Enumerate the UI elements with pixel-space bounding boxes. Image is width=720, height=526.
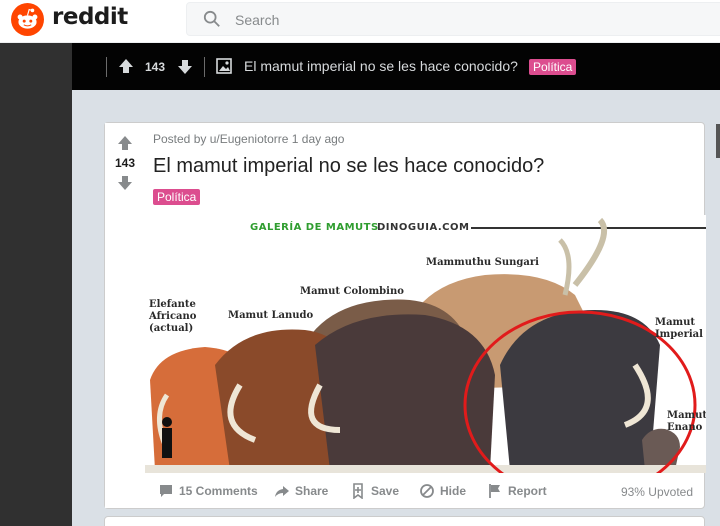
- post-image[interactable]: GALERÍA DE MAMUTS DINOGUIA.COM Elefante …: [145, 215, 706, 473]
- comments-label: 15 Comments: [179, 484, 258, 498]
- sticky-downvote-icon[interactable]: [177, 59, 193, 75]
- mammoth-gallery-illustration: [145, 215, 706, 473]
- label-elefante: Elefante Africano (actual): [149, 299, 197, 334]
- save-icon: [353, 483, 363, 499]
- hide-icon: [420, 484, 434, 498]
- share-label: Share: [295, 484, 329, 498]
- search-icon: [203, 10, 220, 27]
- search-bar[interactable]: [186, 2, 720, 36]
- sticky-divider-right: [204, 57, 205, 77]
- post-card[interactable]: 143 Posted by u/Eugeniotorre 1 day ago E…: [104, 122, 706, 509]
- label-sungari: Mammuthu Sungari: [426, 257, 539, 268]
- next-post-card[interactable]: [104, 516, 705, 526]
- post-actions-bar: 15 Comments Share Save Hide Report 93% U…: [153, 480, 703, 504]
- sticky-upvote-icon[interactable]: [118, 58, 134, 74]
- top-header: reddit: [0, 0, 720, 43]
- flag-icon: [489, 484, 500, 498]
- post-score: 143: [114, 156, 136, 170]
- label-lanudo: Mamut Lanudo: [228, 310, 314, 321]
- post-flair-badge[interactable]: Política: [153, 189, 201, 205]
- comment-icon: [160, 485, 172, 497]
- image-header-site: DINOGUIA.COM: [377, 222, 470, 233]
- share-button[interactable]: Share: [274, 483, 328, 499]
- post-byline[interactable]: Posted by u/Eugeniotorre 1 day ago: [153, 132, 344, 146]
- comments-button[interactable]: 15 Comments: [158, 483, 258, 499]
- right-edge-sliver: [716, 122, 720, 526]
- sticky-score: 143: [145, 60, 166, 74]
- save-button[interactable]: Save: [350, 483, 399, 499]
- post-title[interactable]: El mamut imperial no se les hace conocid…: [153, 155, 544, 178]
- share-icon: [275, 486, 289, 497]
- hide-button[interactable]: Hide: [419, 483, 466, 499]
- save-label: Save: [371, 484, 400, 498]
- report-label: Report: [508, 484, 547, 498]
- search-input[interactable]: [235, 9, 675, 31]
- vote-column: 143: [105, 123, 145, 508]
- reddit-wordmark[interactable]: reddit: [52, 4, 128, 30]
- label-imperial: Mamut Imperial: [655, 317, 703, 340]
- image-post-icon: [216, 58, 232, 74]
- left-dark-strip: [0, 43, 72, 526]
- upvote-icon[interactable]: [117, 135, 133, 151]
- downvote-icon[interactable]: [117, 175, 133, 191]
- sticky-post-title[interactable]: El mamut imperial no se les hace conocid…: [244, 58, 518, 74]
- right-edge-mark: [716, 124, 720, 158]
- sticky-flair-badge[interactable]: Política: [529, 59, 577, 75]
- reddit-logo-icon[interactable]: [11, 3, 44, 36]
- upvote-ratio: 93% Upvoted: [620, 485, 693, 499]
- report-button[interactable]: Report: [487, 483, 547, 499]
- label-colombino: Mamut Colombino: [300, 286, 404, 297]
- sticky-divider-left: [106, 57, 107, 77]
- hide-label: Hide: [440, 484, 467, 498]
- label-enano: Mamut Enano: [667, 410, 706, 433]
- image-header-gallery: GALERÍA DE MAMUTS: [250, 222, 379, 233]
